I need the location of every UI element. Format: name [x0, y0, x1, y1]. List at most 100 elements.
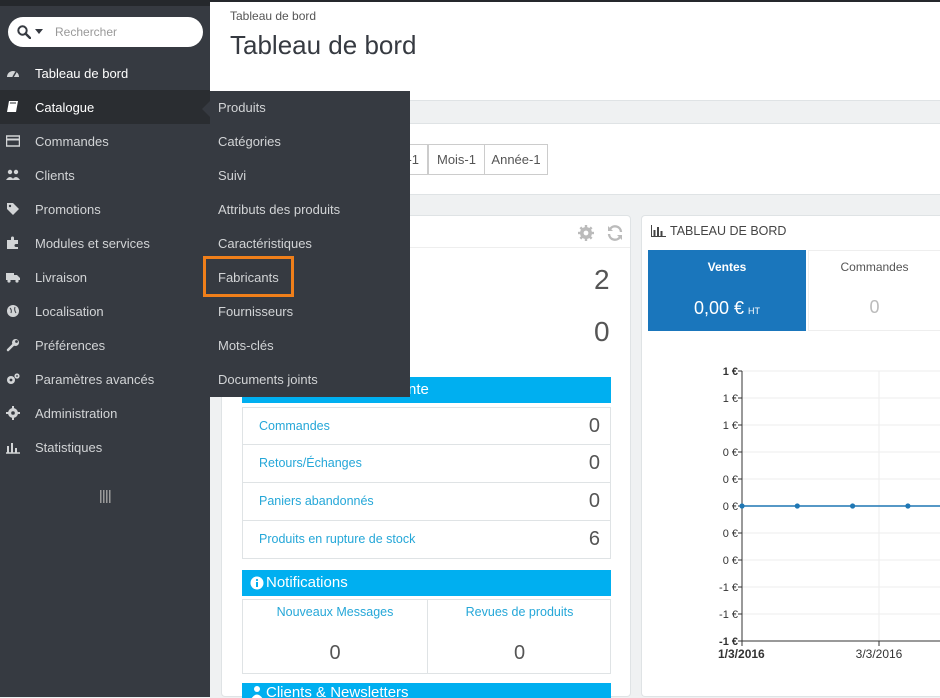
kpi-value: 0: [869, 297, 880, 317]
notifications-section-header: Notifications: [242, 570, 611, 596]
sidebar-item-modules[interactable]: Modules et services: [0, 226, 210, 260]
row-value: 0: [588, 415, 600, 437]
kpi-orders[interactable]: Commandes 0: [808, 250, 940, 331]
page-header: Tableau de bord Tableau de bord: [210, 0, 940, 101]
new-messages-cell[interactable]: Nouveaux Messages 0: [243, 600, 427, 673]
sidebar-item-clients[interactable]: Clients: [0, 158, 210, 192]
submenu-item-mots-cles[interactable]: Mots-clés: [218, 338, 274, 353]
bar-chart-icon: [651, 225, 666, 237]
sidebar-item-label: Administration: [35, 406, 118, 421]
submenu-item-fournisseurs[interactable]: Fournisseurs: [218, 304, 293, 319]
row-value: 0: [588, 452, 600, 474]
sidebar-item-promotions[interactable]: Promotions: [0, 192, 210, 226]
collapse-menu-icon[interactable]: [100, 490, 112, 503]
chart-series: [739, 503, 940, 509]
x-tick-label: 1/3/2016: [718, 647, 765, 661]
sidebar-item-label: Livraison: [35, 270, 88, 285]
row-label[interactable]: Paniers abandonnés: [259, 494, 374, 508]
y-tick-label: 0 €: [723, 528, 738, 540]
puzzle-icon: [7, 236, 18, 249]
y-tick-label: 0 €: [723, 474, 738, 486]
sidebar-top-strip: [0, 0, 210, 6]
sidebar-item-label: Commandes: [35, 134, 109, 149]
data-point: [794, 503, 800, 509]
sidebar-item-label: Clients: [35, 168, 75, 183]
sidebar-item-commandes[interactable]: Commandes: [0, 124, 210, 158]
credit-card-icon: [6, 135, 20, 147]
submenu-item-documents[interactable]: Documents joints: [218, 372, 318, 387]
submenu-item-produits[interactable]: Produits: [218, 100, 266, 115]
cogs-icon: [7, 373, 20, 384]
sidebar-item-livraison[interactable]: Livraison: [0, 260, 210, 294]
kpi-value: 0,00 € HT: [648, 298, 806, 319]
search-input[interactable]: [53, 22, 193, 42]
row-label[interactable]: Retours/Échanges: [259, 456, 362, 470]
sidebar-item-label: Préférences: [35, 338, 106, 353]
table-row[interactable]: Commandes 0: [242, 407, 611, 445]
row-value: 6: [588, 528, 600, 550]
active-carts-count: 0: [594, 316, 610, 347]
catalogue-submenu: Produits Catégories Suivi Attributs des …: [202, 91, 410, 397]
sidebar-item-statistiques[interactable]: Statistiques: [0, 430, 210, 464]
section-title: Clients & Newsletters: [266, 684, 409, 698]
submenu-item-caracteristiques[interactable]: Caractéristiques: [218, 236, 312, 251]
sidebar-item-administration[interactable]: Administration: [0, 396, 210, 430]
x-axis-ticks: 1/3/2016 3/3/2016: [718, 640, 940, 661]
gear-icon: [6, 406, 20, 420]
sidebar: Tableau de bord Catalogue Commandes Clie…: [0, 0, 210, 697]
row-label[interactable]: Commandes: [259, 419, 330, 433]
y-tick-label: -1 €: [719, 609, 738, 621]
submenu-item-suivi[interactable]: Suivi: [218, 168, 246, 183]
sidebar-item-catalogue[interactable]: Catalogue: [0, 90, 210, 124]
panel-title: TABLEAU DE BORD: [670, 224, 787, 238]
table-row[interactable]: Paniers abandonnés 0: [242, 483, 611, 521]
previous-year-button[interactable]: Année-1: [484, 144, 548, 175]
wrench-icon: [6, 339, 19, 352]
section-title: Notifications: [266, 574, 348, 591]
y-tick-label: 0 €: [723, 555, 738, 567]
sidebar-item-label: Tableau de bord: [35, 66, 129, 81]
y-tick-label: 1 €: [723, 366, 738, 378]
submenu-item-categories[interactable]: Catégories: [218, 134, 281, 149]
highlight-box: [203, 256, 294, 297]
sales-line-chart: 1 €1 €1 €0 €0 €0 €0 €0 €-1 €-1 €-1 € 1/3…: [718, 366, 940, 661]
submenu-item-attributs[interactable]: Attributs des produits: [218, 202, 340, 217]
sidebar-item-advanced-params[interactable]: Paramètres avancés: [0, 362, 210, 396]
book-icon: [7, 101, 18, 112]
previous-month-button[interactable]: Mois-1: [428, 144, 485, 175]
dashboard-icon: [7, 71, 19, 78]
data-point: [850, 503, 856, 509]
row-value: 0: [588, 490, 600, 512]
search-icon[interactable]: [17, 25, 31, 39]
sidebar-item-dashboard[interactable]: Tableau de bord: [0, 56, 210, 90]
chevron-down-icon[interactable]: [35, 29, 43, 34]
truck-icon: [6, 273, 20, 283]
row-label[interactable]: Produits en rupture de stock: [259, 532, 415, 546]
product-reviews-count: 0: [513, 642, 526, 664]
globe-icon: [7, 305, 19, 317]
refresh-icon[interactable]: [606, 224, 624, 242]
kpi-sales[interactable]: Ventes 0,00 € HT: [648, 250, 806, 331]
kpi-unit: HT: [748, 306, 761, 316]
gear-icon[interactable]: [577, 224, 595, 242]
sidebar-item-preferences[interactable]: Préférences: [0, 328, 210, 362]
sidebar-item-label: Catalogue: [35, 100, 95, 115]
y-tick-label: 0 €: [723, 501, 738, 513]
table-row[interactable]: Retours/Échanges 0: [242, 445, 611, 483]
new-messages-count: 0: [329, 642, 341, 664]
product-reviews-label[interactable]: Revues de produits: [428, 605, 611, 619]
table-row[interactable]: Produits en rupture de stock 6: [242, 521, 611, 559]
search-box[interactable]: [8, 17, 203, 47]
kpi-amount: 0,00 €: [693, 298, 745, 318]
x-tick-label: 3/3/2016: [856, 647, 903, 661]
data-point: [739, 503, 745, 509]
sidebar-item-localisation[interactable]: Localisation: [0, 294, 210, 328]
y-tick-label: -1 €: [719, 582, 738, 594]
bar-chart-icon: [6, 443, 20, 454]
kpi-label: Ventes: [707, 260, 747, 274]
kpi-label: Commandes: [840, 260, 909, 274]
new-messages-label[interactable]: Nouveaux Messages: [243, 605, 427, 619]
sidebar-item-label: Paramètres avancés: [35, 372, 155, 387]
breadcrumb[interactable]: Tableau de bord: [230, 9, 316, 23]
product-reviews-cell[interactable]: Revues de produits 0: [427, 600, 611, 673]
